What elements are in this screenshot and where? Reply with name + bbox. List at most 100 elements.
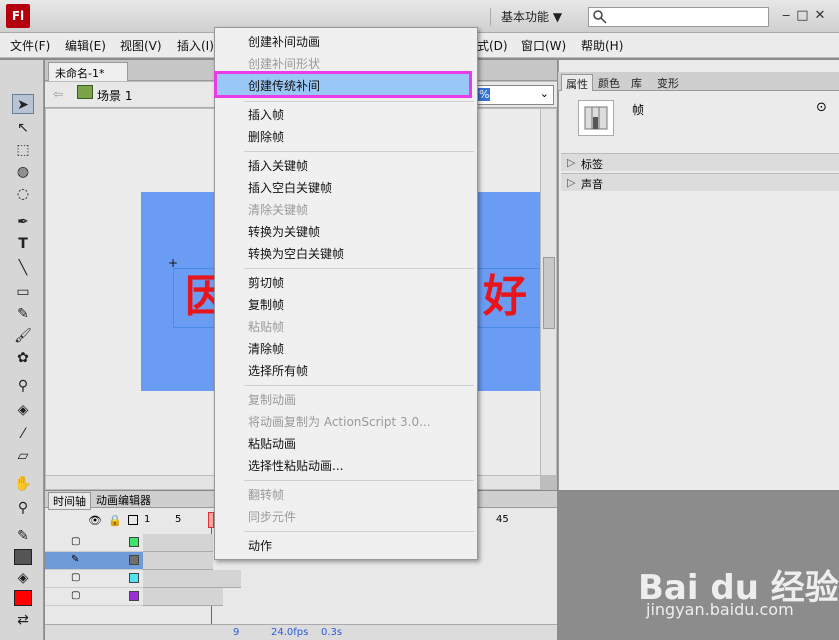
- workspace-switcher[interactable]: 基本功能 ▼: [490, 8, 562, 26]
- fill-color-bucket-icon: ◈: [17, 570, 29, 586]
- eye-icon[interactable]: 👁: [88, 514, 102, 527]
- tab-timeline[interactable]: 时间轴: [48, 492, 91, 510]
- menu-item-paste-motion[interactable]: 粘贴动画: [248, 435, 296, 452]
- menu-item-copy-motion-as-as3: 将动画复制为 ActionScript 3.0...: [248, 415, 431, 429]
- elapsed-time: 0.3s: [321, 627, 343, 638]
- frame-rate[interactable]: 24.0fps: [271, 627, 308, 638]
- menu-edit[interactable]: 编辑(E): [65, 37, 106, 54]
- menu-item-select-all-frames[interactable]: 选择所有帧: [248, 362, 308, 379]
- zoom-value: %: [478, 88, 491, 101]
- menu-view[interactable]: 视图(V): [120, 37, 162, 54]
- menu-item-create-classic-tween[interactable]: 创建传统补间: [248, 77, 320, 94]
- text-tool-icon[interactable]: T: [12, 234, 34, 254]
- search-icon: [593, 10, 607, 24]
- layer-color-swatch[interactable]: [129, 537, 139, 547]
- subselection-tool-icon[interactable]: ↖: [12, 118, 34, 138]
- pencil-tool-icon[interactable]: ✎: [12, 304, 34, 324]
- rectangle-tool-icon[interactable]: ▭: [12, 282, 34, 302]
- tab-color[interactable]: 颜色: [594, 74, 624, 91]
- menu-item-insert-keyframe[interactable]: 插入关键帧: [248, 157, 308, 174]
- selection-tool-icon[interactable]: ➤: [12, 94, 34, 114]
- menu-item-remove-frames[interactable]: 删除帧: [248, 128, 284, 145]
- lasso-tool-icon[interactable]: ◌: [12, 184, 34, 204]
- menu-item-synchronize-symbols: 同步元件: [248, 510, 297, 524]
- expand-arrow-icon: ▷: [567, 176, 576, 189]
- paint-bucket-tool-icon[interactable]: ◈: [12, 400, 34, 420]
- vertical-scrollbar[interactable]: [540, 109, 556, 475]
- stroke-color-swatch[interactable]: [14, 549, 32, 565]
- layer-color-swatch[interactable]: [129, 555, 139, 565]
- menu-file[interactable]: 文件(F): [10, 37, 50, 54]
- baidu-watermark-url: jingyan.baidu.com: [646, 600, 794, 619]
- frame-span[interactable]: [143, 570, 241, 588]
- eyedropper-tool-icon[interactable]: ⁄: [12, 424, 34, 444]
- menu-insert[interactable]: 插入(I): [177, 37, 214, 54]
- menu-separator: [244, 101, 474, 102]
- menu-item-clear-frames[interactable]: 清除帧: [248, 340, 284, 357]
- swap-colors-icon[interactable]: ⇄: [12, 610, 34, 630]
- back-arrow-icon[interactable]: ⇦: [53, 87, 63, 101]
- menu-separator: [244, 531, 474, 532]
- window-controls[interactable]: ‒□✕: [782, 8, 837, 24]
- menu-item-create-motion-tween[interactable]: 创建补间动画: [248, 33, 320, 50]
- tab-motion-editor[interactable]: 动画编辑器: [96, 492, 151, 508]
- free-transform-tool-icon[interactable]: ⬚: [12, 140, 34, 160]
- eraser-tool-icon[interactable]: ▱: [12, 446, 34, 466]
- frame-span[interactable]: [143, 588, 223, 606]
- deco-tool-icon[interactable]: ✿: [12, 348, 34, 368]
- tab-library[interactable]: 库: [627, 74, 646, 91]
- menu-help[interactable]: 帮助(H): [581, 37, 623, 54]
- menu-item-reverse-frames: 翻转帧: [248, 488, 285, 502]
- menu-format[interactable]: 式(D): [477, 37, 508, 54]
- scene-icon: [77, 85, 93, 99]
- frame-span[interactable]: [143, 552, 213, 570]
- document-tab[interactable]: 未命名-1* ×: [48, 62, 128, 94]
- menu-item-paste-motion-special[interactable]: 选择性粘贴动画...: [248, 457, 343, 474]
- labels-section[interactable]: ▷ 标签: [561, 153, 839, 171]
- layer-color-swatch[interactable]: [129, 573, 139, 583]
- ruler-label-1: 1: [144, 514, 151, 525]
- pen-tool-icon[interactable]: ✒: [12, 212, 34, 232]
- menu-separator: [244, 268, 474, 269]
- stroke-color-pencil-icon: ✎: [17, 528, 29, 544]
- bone-tool-icon[interactable]: ⚲: [12, 376, 34, 396]
- menu-item-cut-frames[interactable]: 剪切帧: [248, 274, 284, 291]
- lock-icon[interactable]: 🔒: [108, 514, 122, 527]
- tab-transform[interactable]: 变形: [653, 74, 683, 91]
- layer-color-swatch[interactable]: [129, 591, 139, 601]
- help-search-input[interactable]: [588, 7, 769, 27]
- menu-item-insert-frame[interactable]: 插入帧: [248, 106, 284, 123]
- menu-separator: [244, 385, 474, 386]
- frame-type-label: 帧: [632, 103, 645, 117]
- menu-window[interactable]: 窗口(W): [521, 37, 566, 54]
- flash-logo-icon: Fl: [6, 4, 30, 28]
- menu-item-actions[interactable]: 动作: [248, 537, 272, 554]
- timeline-status-bar: 9 24.0fps 0.3s: [45, 624, 557, 640]
- outline-icon[interactable]: [128, 515, 138, 525]
- sound-section-title: 声音: [581, 178, 603, 191]
- frame-thumbnail-icon: [578, 100, 614, 136]
- current-frame: 9: [233, 627, 240, 638]
- layer-icon: ▢: [71, 536, 81, 547]
- sound-section[interactable]: ▷ 声音: [561, 173, 839, 191]
- menu-item-paste-frames: 粘贴帧: [248, 320, 285, 334]
- line-tool-icon[interactable]: ╲: [12, 258, 34, 278]
- zoom-tool-icon[interactable]: ⚲: [12, 498, 34, 518]
- zoom-select[interactable]: % ⌄: [474, 85, 554, 105]
- menu-item-insert-blank-keyframe[interactable]: 插入空白关键帧: [248, 179, 332, 196]
- vertical-scroll-thumb[interactable]: [543, 257, 555, 329]
- stage-text-right[interactable]: 好: [483, 260, 527, 324]
- menu-item-clear-keyframe: 清除关键帧: [248, 203, 309, 217]
- frame-span[interactable]: [143, 534, 213, 552]
- 3d-rotation-tool-icon[interactable]: ◍: [12, 162, 34, 182]
- menu-item-convert-to-keyframes[interactable]: 转换为关键帧: [248, 223, 320, 240]
- scene-label[interactable]: 场景 1: [97, 87, 132, 104]
- tab-properties[interactable]: 属性: [561, 74, 593, 91]
- menu-item-copy-frames[interactable]: 复制帧: [248, 296, 284, 313]
- fill-color-swatch[interactable]: [14, 590, 32, 606]
- help-icon[interactable]: ⊙: [816, 100, 827, 115]
- brush-tool-icon[interactable]: 🖌: [12, 326, 34, 346]
- menu-item-convert-to-blank-keyframes[interactable]: 转换为空白关键帧: [248, 245, 344, 262]
- hand-tool-icon[interactable]: ✋: [12, 474, 34, 494]
- menu-separator: [244, 480, 474, 481]
